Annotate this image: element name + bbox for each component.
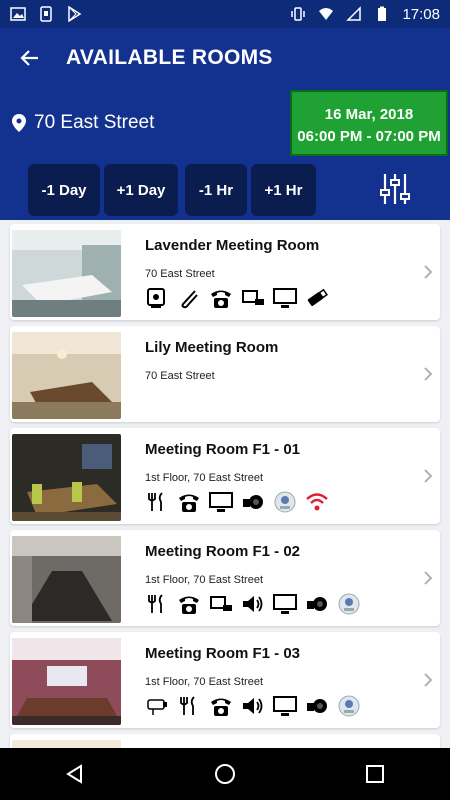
room-name: Meeting Room F1 - 01: [145, 441, 301, 458]
camera-icon: [307, 699, 327, 713]
room-name: Lavender Meeting Room: [145, 237, 320, 254]
plus-hour-button[interactable]: +1 Hr: [251, 164, 316, 216]
play-store-icon: [68, 6, 82, 22]
selected-date: 16 Mar, 2018: [324, 106, 414, 123]
phone-notification-icon: [40, 6, 52, 22]
speaker-icon: [243, 698, 263, 714]
projector-icon: [242, 290, 264, 305]
app-bar: AVAILABLE ROOMS: [0, 28, 450, 88]
monitor-icon: [273, 696, 297, 716]
room-address: 1st Floor, 70 East Street: [145, 574, 264, 586]
vibrate-icon: [291, 7, 306, 21]
status-bar: 17:08: [0, 0, 450, 28]
amenity-list: [145, 592, 361, 616]
monitor-icon: [273, 594, 297, 614]
camera-icon: [243, 495, 263, 509]
cutlery-icon: [148, 492, 163, 511]
chevron-right-icon: [424, 265, 433, 279]
filter-sliders-icon[interactable]: [378, 172, 412, 206]
phone-icon: [211, 698, 231, 716]
cctv-icon: [147, 699, 167, 715]
room-list: Lavender Meeting Room 70 East Street Lil…: [0, 220, 450, 748]
signal-icon: [346, 6, 362, 21]
minus-hour-button[interactable]: -1 Hr: [185, 164, 247, 216]
minus-day-button[interactable]: -1 Day: [28, 164, 100, 216]
status-time: 17:08: [402, 5, 440, 23]
circle-home-icon: [215, 764, 235, 784]
location-bar: 70 East Street 16 Mar, 2018 06:00 PM - 0…: [0, 88, 450, 158]
arrow-back-icon: [20, 50, 38, 66]
phone-icon: [211, 290, 231, 308]
room-name: Meeting Room F1 - 03: [145, 645, 301, 662]
room-address: 1st Floor, 70 East Street: [145, 676, 264, 688]
date-time-box[interactable]: 16 Mar, 2018 06:00 PM - 07:00 PM: [290, 90, 448, 156]
navigation-bar: [0, 748, 450, 800]
room-card[interactable]: Lily Meeting Room 70 East Street: [10, 326, 440, 422]
back-button[interactable]: [0, 28, 60, 88]
wifi-status-icon: [319, 8, 334, 20]
room-address: 1st Floor, 70 East Street: [145, 472, 264, 484]
nav-home-button[interactable]: [195, 748, 255, 800]
amenity-list: [145, 694, 361, 718]
wifi-icon: [306, 493, 328, 511]
chevron-right-icon: [424, 367, 433, 381]
room-card[interactable]: Meeting Room F1 - 02 1st Floor, 70 East …: [10, 530, 440, 626]
phone-icon: [179, 494, 199, 512]
phone-icon: [179, 596, 199, 614]
battery-icon: [378, 6, 387, 21]
chevron-right-icon: [424, 469, 433, 483]
selected-time-range: 06:00 PM - 07:00 PM: [297, 128, 441, 145]
gallery-icon: [10, 7, 26, 21]
room-name: Lily Meeting Room: [145, 339, 279, 356]
room-photo: [12, 536, 121, 623]
room-photo: [12, 638, 121, 725]
room-address: 70 East Street: [145, 370, 215, 382]
room-card[interactable]: Lavender Meeting Room 70 East Street: [10, 224, 440, 320]
room-photo: [12, 332, 121, 419]
usb-icon: [307, 288, 328, 307]
webcam-icon: [338, 593, 360, 615]
projector-icon: [210, 596, 232, 611]
time-controls: -1 Day +1 Day -1 Hr +1 Hr: [0, 158, 450, 220]
cutlery-icon: [148, 594, 163, 613]
plus-day-button[interactable]: +1 Day: [104, 164, 178, 216]
cutlery-icon: [180, 696, 195, 715]
location-name: 70 East Street: [34, 112, 155, 133]
monitor-icon: [273, 288, 297, 308]
room-name: Meeting Room F1 - 02: [145, 543, 301, 560]
room-address: 70 East Street: [145, 268, 215, 280]
square-recents-icon: [366, 765, 384, 783]
room-photo: [12, 434, 121, 521]
room-card[interactable]: Meeting Room F1 - 03 1st Floor, 70 East …: [10, 632, 440, 728]
nav-back-button[interactable]: [45, 748, 105, 800]
nav-recents-button[interactable]: [345, 748, 405, 800]
amenity-list: [145, 490, 329, 514]
amenity-list: [145, 286, 329, 310]
triangle-back-icon: [66, 764, 82, 784]
page-title: AVAILABLE ROOMS: [66, 46, 273, 69]
room-card[interactable]: Meeting Room F1 - 01 1st Floor, 70 East …: [10, 428, 440, 524]
room-card[interactable]: [10, 734, 440, 748]
camera-icon: [307, 597, 327, 611]
webcam-icon: [274, 491, 296, 513]
monitor-icon: [209, 492, 233, 512]
room-photo: [12, 230, 121, 317]
presenter-icon: [147, 288, 165, 308]
chevron-right-icon: [424, 571, 433, 585]
location-pin-icon: [12, 114, 26, 132]
location-selector[interactable]: 70 East Street: [12, 112, 154, 134]
room-photo: [12, 740, 121, 748]
speaker-icon: [243, 596, 263, 612]
chevron-right-icon: [424, 673, 433, 687]
webcam-icon: [338, 695, 360, 717]
clip-icon: [181, 290, 198, 309]
